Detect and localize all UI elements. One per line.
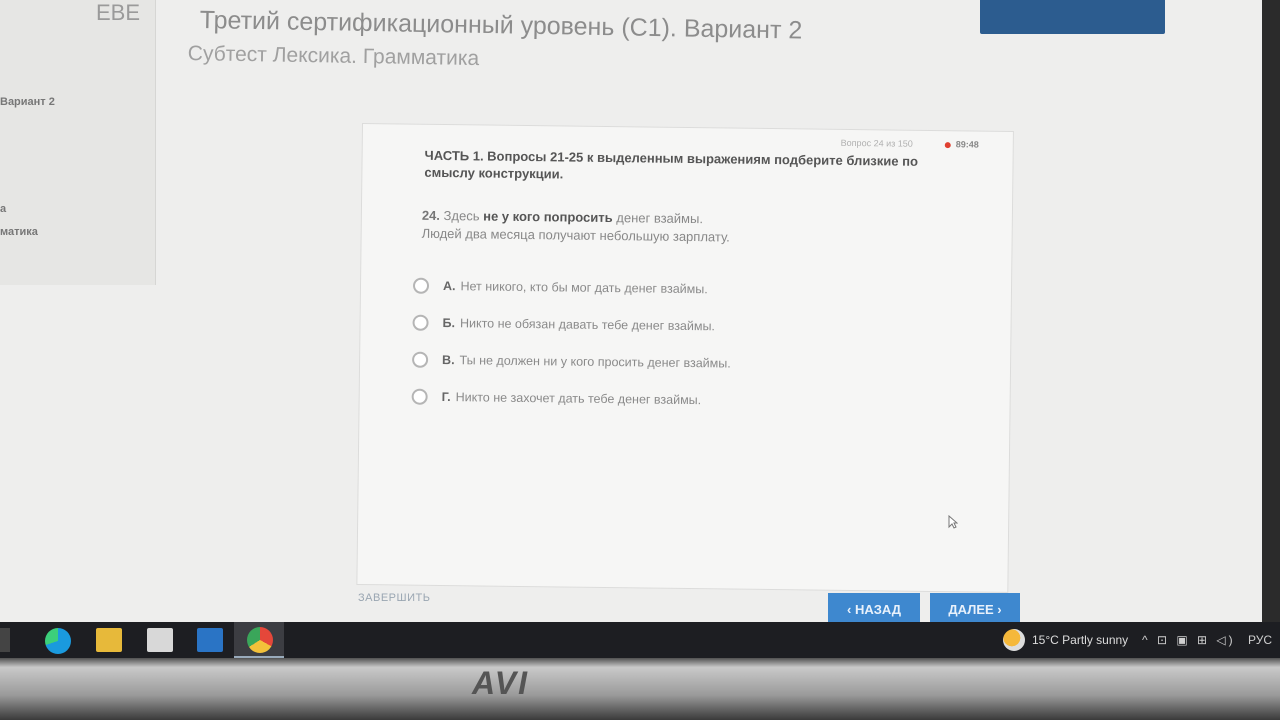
- timer: 89:48: [944, 139, 979, 150]
- taskbar: 15°C Partly sunny ^ ⊡ ▣ ⊞ ◁) РУС: [0, 622, 1280, 658]
- option-letter: Б.: [442, 315, 456, 331]
- timer-dot-icon: [944, 141, 951, 148]
- file-explorer-icon[interactable]: [96, 628, 122, 652]
- question-number: 24.: [421, 207, 441, 223]
- system-tray-icons[interactable]: ^ ⊡ ▣ ⊞ ◁): [1142, 633, 1236, 647]
- option-letter: В.: [442, 352, 455, 368]
- sidebar-item-grammar[interactable]: матика: [0, 226, 38, 238]
- page-icon: EBE: [96, 0, 141, 25]
- question-highlight: не у кого попросить: [483, 208, 613, 226]
- sidebar-item-variant[interactable]: Вариант 2: [0, 96, 55, 108]
- edge-browser-icon[interactable]: [45, 628, 71, 654]
- monitor-bezel-bottom: [0, 658, 1280, 720]
- question-text: 24. Здесь не у кого попросить денег взай…: [422, 207, 892, 249]
- question-suffix: денег взаймы.: [616, 210, 704, 227]
- weather-text[interactable]: 15°C Partly sunny: [1032, 633, 1128, 647]
- mail-app-icon[interactable]: [197, 628, 223, 652]
- weather-icon[interactable]: [1003, 629, 1025, 651]
- page-title: Третий сертификационный уровень (С1). Ва…: [199, 6, 803, 45]
- radio-button[interactable]: [412, 351, 429, 368]
- chrome-browser-icon[interactable]: [247, 627, 273, 653]
- question-prefix: Здесь: [443, 208, 480, 224]
- left-sidebar: Вариант 2 а матика: [0, 0, 156, 285]
- start-icon[interactable]: [0, 628, 10, 652]
- answer-option-b[interactable]: Б. Никто не обязан давать тебе денег вза…: [412, 314, 716, 335]
- answer-option-c[interactable]: В. Ты не должен ни у кого просить денег …: [412, 351, 731, 372]
- monitor-screen: Вариант 2 а матика EBE Третий сертификац…: [0, 0, 1280, 650]
- question-card: Вопрос 24 из 150 89:48 ЧАСТЬ 1. Вопросы …: [356, 123, 1014, 593]
- question-line2: Людей два месяца получают небольшую зарп…: [421, 225, 730, 245]
- radio-button[interactable]: [412, 277, 430, 294]
- part-instruction: ЧАСТЬ 1. Вопросы 21-25 к выделенным выра…: [424, 147, 919, 182]
- language-indicator[interactable]: РУС: [1248, 633, 1272, 647]
- radio-button[interactable]: [411, 388, 428, 405]
- calendar-app-icon[interactable]: [147, 628, 173, 652]
- next-button[interactable]: ДАЛЕЕ ›: [930, 593, 1020, 625]
- page-subtitle: Субтест Лексика. Грамматика: [187, 42, 480, 71]
- answer-option-d[interactable]: Г. Никто не захочет дать тебе денег взай…: [411, 388, 702, 409]
- option-letter: А.: [442, 279, 456, 294]
- header-blue-strip: [980, 0, 1165, 34]
- finish-link[interactable]: ЗАВЕРШИТЬ: [358, 592, 430, 604]
- option-text: Нет никого, кто бы мог дать денег взаймы…: [460, 279, 708, 297]
- answer-option-a[interactable]: А. Нет никого, кто бы мог дать денег вза…: [412, 277, 708, 298]
- question-counter: Вопрос 24 из 150: [840, 137, 913, 149]
- mouse-cursor-icon: [948, 515, 958, 529]
- option-text: Никто не захочет дать тебе денег взаймы.: [455, 390, 702, 408]
- back-button[interactable]: ‹ НАЗАД: [828, 593, 920, 625]
- sidebar-item-a[interactable]: а: [0, 203, 6, 215]
- option-text: Ты не должен ни у кого просить денег вза…: [459, 353, 731, 371]
- monitor-brand-logo: AVI: [472, 665, 529, 701]
- option-letter: Г.: [441, 389, 451, 405]
- option-text: Никто не обязан давать тебе денег взаймы…: [459, 316, 716, 334]
- radio-button[interactable]: [412, 314, 429, 331]
- monitor-bezel-right: [1262, 0, 1280, 650]
- timer-value: 89:48: [955, 139, 979, 150]
